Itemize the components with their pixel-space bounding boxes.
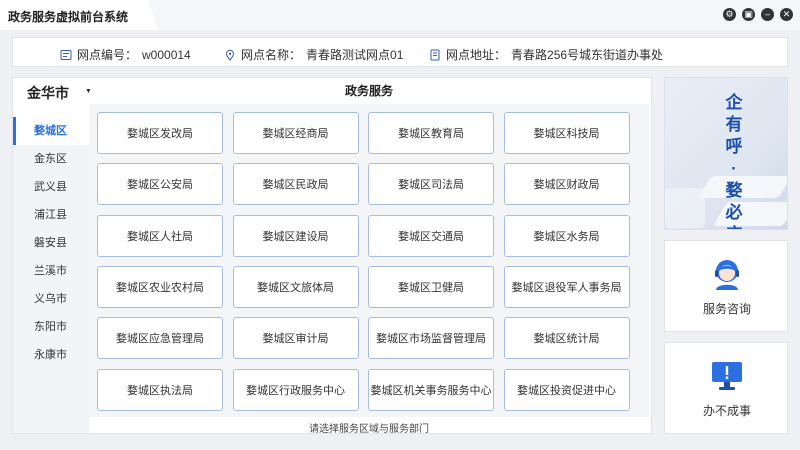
hint-text: 请选择服务区域与服务部门: [309, 424, 429, 435]
district-item[interactable]: 武义县: [13, 173, 89, 201]
service-button[interactable]: 婺城区应急管理局: [97, 317, 223, 360]
service-agent-icon: [715, 260, 739, 290]
service-button[interactable]: 婺城区科技局: [503, 112, 630, 154]
service-button[interactable]: 婺城区水务局: [503, 214, 630, 257]
service-button[interactable]: 婺城区投资促进中心: [503, 368, 630, 411]
district-item[interactable]: 东阳市: [13, 313, 89, 341]
service-button[interactable]: 婺城区行政服务中心: [232, 368, 359, 411]
address-value: 青春路256号城东街道办事处: [511, 48, 664, 62]
service-button[interactable]: 婺城区农业农村局: [97, 265, 223, 308]
number-label: 网点编号：: [77, 48, 138, 62]
info-bar: 网点编号： w000014 网点名称： 青春路测试网点01 网点地址： 青春路2…: [12, 37, 788, 67]
consult-label: 服务咨询: [702, 302, 751, 316]
banner-slogan: 企有呼·婺必应: [725, 93, 743, 229]
service-button[interactable]: 婺城区卫健局: [368, 265, 494, 308]
service-button[interactable]: 婺城区退役军人事务局: [503, 265, 630, 308]
info-address: 网点地址： 青春路256号城东街道办事处: [429, 46, 663, 63]
name-value: 青春路测试网点01: [306, 48, 404, 62]
district-item[interactable]: 永康市: [13, 341, 89, 369]
section-title: 政务服务: [344, 84, 393, 98]
unresolved-button[interactable]: 办不成事: [664, 342, 788, 434]
screen-icon[interactable]: ▣: [742, 8, 755, 21]
district-item[interactable]: 婺城区: [13, 117, 89, 145]
document-icon: [430, 49, 440, 60]
service-button[interactable]: 婺城区统计局: [503, 317, 630, 360]
service-button[interactable]: 婺城区机关事务服务中心: [368, 368, 494, 411]
minimize-icon[interactable]: –: [761, 8, 774, 21]
district-item[interactable]: 磐安县: [13, 229, 89, 257]
address-label: 网点地址：: [446, 48, 507, 62]
service-button[interactable]: 婺城区教育局: [368, 112, 494, 154]
service-button[interactable]: 婺城区财政局: [503, 163, 630, 206]
number-value: w000014: [142, 47, 191, 62]
service-button[interactable]: 婺城区交通局: [368, 214, 494, 257]
app-title: 政务服务虚拟前台系统: [8, 10, 129, 24]
location-icon: [225, 49, 235, 61]
service-button[interactable]: 婺城区市场监督管理局: [368, 317, 494, 360]
service-button[interactable]: 婺城区司法局: [368, 163, 494, 206]
unresolved-label: 办不成事: [702, 404, 751, 418]
service-button[interactable]: 婺城区文旅体局: [232, 265, 359, 308]
service-button[interactable]: 婺城区建设局: [232, 214, 359, 257]
warning-monitor-icon: [712, 362, 742, 390]
close-icon[interactable]: ✕: [780, 8, 793, 21]
district-list: 婺城区 金东区 武义县 浦江县 磐安县 兰溪市 义乌市 东阳市 永康市: [13, 117, 89, 369]
service-button[interactable]: 婺城区民政局: [232, 163, 359, 206]
settings-icon[interactable]: ⚙: [723, 8, 736, 21]
name-label: 网点名称：: [241, 48, 302, 62]
district-item[interactable]: 浦江县: [13, 201, 89, 229]
district-item[interactable]: 义乌市: [13, 285, 89, 313]
district-item[interactable]: 金东区: [13, 145, 89, 173]
service-button[interactable]: 婺城区审计局: [232, 317, 359, 360]
info-name: 网点名称： 青春路测试网点01: [224, 46, 403, 63]
id-card-icon: [60, 49, 72, 60]
city-select[interactable]: 金华市: [27, 83, 69, 103]
info-number: 网点编号： w000014: [60, 46, 191, 63]
main-panel: 金华市 ▼ 婺城区 金东区 武义县 浦江县 磐安县 兰溪市 义乌市 东阳市 永康市 政务服务 婺…: [12, 77, 652, 435]
service-button[interactable]: 婺城区发改局: [97, 112, 223, 154]
service-button[interactable]: 婺城区公安局: [97, 163, 223, 206]
service-grid: 婺城区发改局 婺城区经商局 婺城区教育局 婺城区科技局婺城区公安局 婺城区民政局 婺城区司…: [89, 104, 649, 417]
title-bar: 政务服务虚拟前台系统 ⚙ ▣ – ✕: [0, 0, 800, 30]
district-item[interactable]: 兰溪市: [13, 257, 89, 285]
service-button[interactable]: 婺城区人社局: [97, 214, 223, 257]
consult-button[interactable]: 服务咨询: [664, 240, 788, 332]
service-button[interactable]: 婺城区经商局: [232, 112, 359, 154]
service-button[interactable]: 婺城区执法局: [97, 368, 223, 411]
promo-banner: 企有呼·婺必应: [664, 77, 788, 230]
